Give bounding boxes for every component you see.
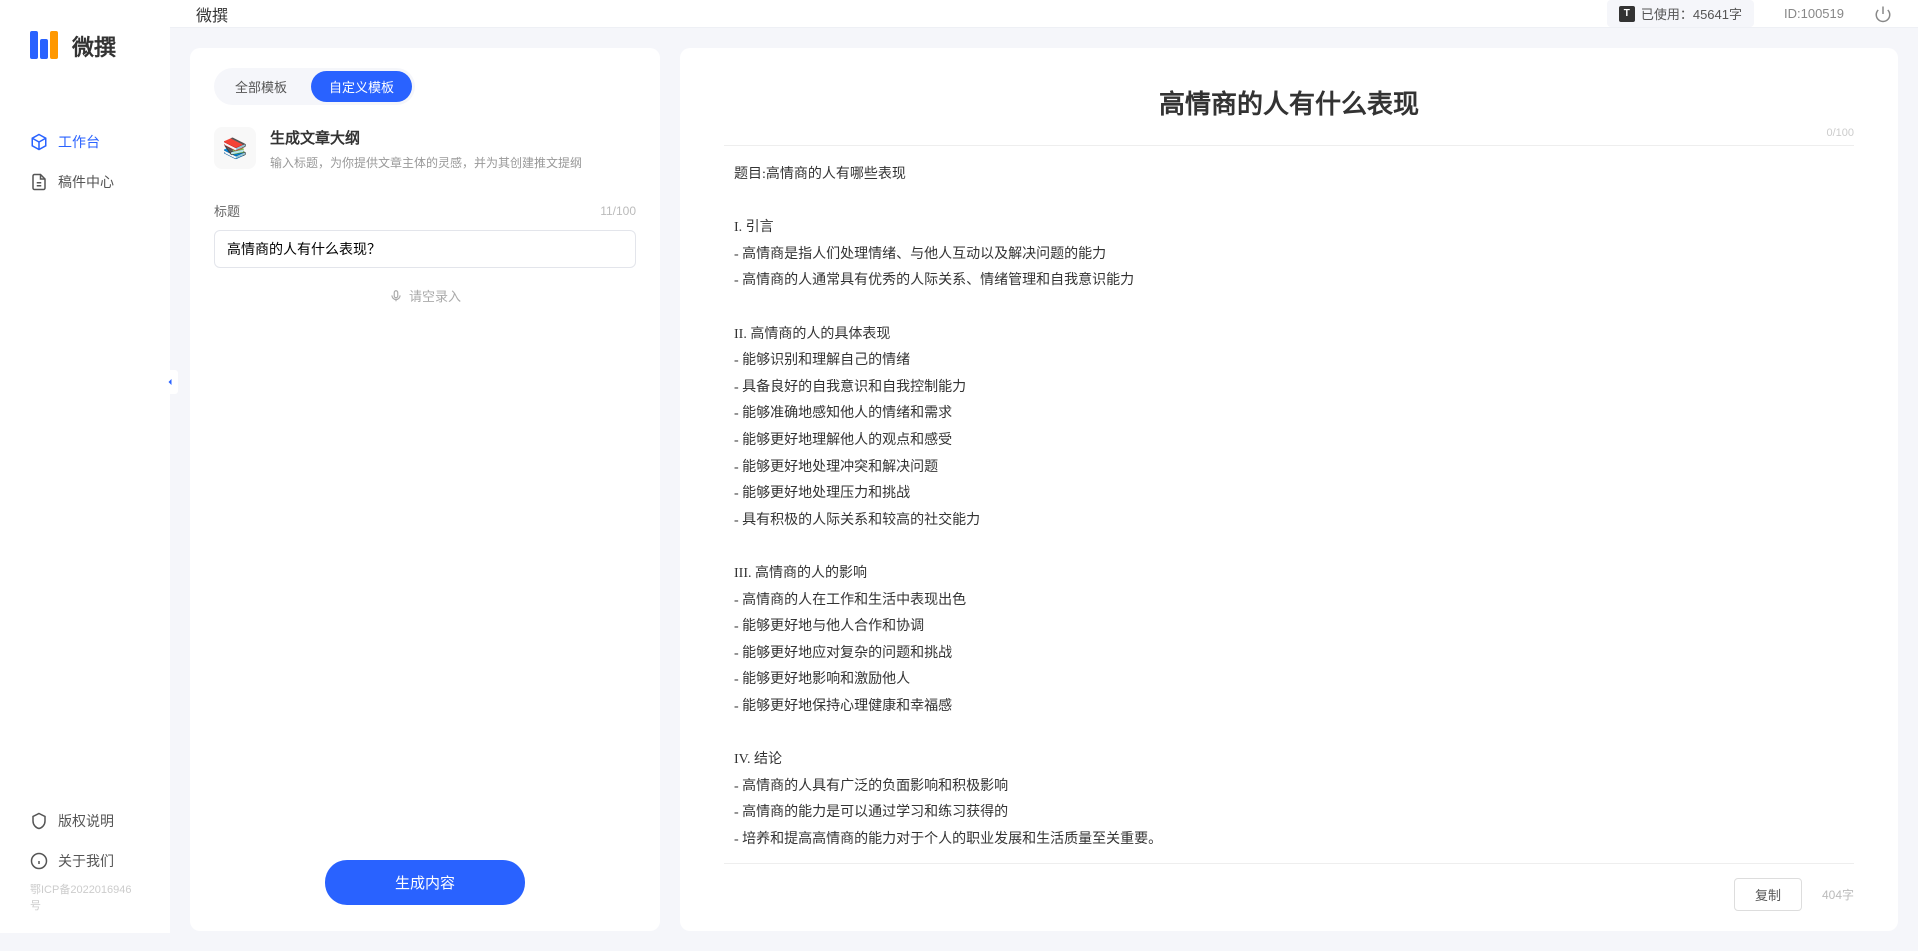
nav-label: 关于我们 [58,851,114,871]
header-title: 微撰 [196,2,228,26]
mic-icon [389,289,403,303]
logo: 微撰 [0,30,170,122]
info-icon [30,852,48,870]
books-icon: 📚 [214,127,256,169]
voice-input-row[interactable]: 请空录入 [214,286,636,305]
shield-icon [30,812,48,830]
nav-about[interactable]: 关于我们 [0,841,170,881]
template-tabs: 全部模板 自定义模板 [214,68,415,105]
output-top-count: 0/100 [724,127,1854,146]
nav-workbench[interactable]: 工作台 [0,122,170,162]
nav-label: 工作台 [58,132,100,152]
usage-text: 已使用：45641字 [1641,4,1742,23]
template-card: 📚 生成文章大纲 输入标题，为你提供文章主体的灵感，并为其创建推文提纲 [214,127,636,171]
field-label: 标题 [214,201,240,220]
chevron-left-icon [164,376,176,388]
document-icon [30,173,48,191]
output-title: 高情商的人有什么表现 [704,84,1874,121]
sidebar: 微撰 工作台 稿件中心 版权说明 [0,0,170,933]
template-desc: 输入标题，为你提供文章主体的灵感，并为其创建推文提纲 [270,154,582,171]
header: 微撰 T 已使用：45641字 ID:100519 [170,0,1918,28]
field-char-count: 11/100 [600,204,636,218]
power-icon[interactable] [1874,5,1892,23]
copy-button[interactable]: 复制 [1734,878,1802,911]
title-input[interactable] [214,230,636,268]
generate-button[interactable]: 生成内容 [325,860,525,905]
nav-copyright[interactable]: 版权说明 [0,801,170,841]
nav-label: 稿件中心 [58,172,114,192]
usage-badge: T 已使用：45641字 [1607,0,1754,27]
tab-all-templates[interactable]: 全部模板 [217,71,305,102]
nav-drafts[interactable]: 稿件中心 [0,162,170,202]
nav: 工作台 稿件中心 [0,122,170,801]
output-body: 题目:高情商的人有哪些表现 I. 引言 - 高情商是指人们处理情绪、与他人互动以… [704,162,1874,863]
tab-custom-templates[interactable]: 自定义模板 [311,71,412,102]
text-icon: T [1619,6,1635,22]
template-title: 生成文章大纲 [270,127,582,148]
user-id: ID:100519 [1784,6,1844,21]
collapse-toggle[interactable] [162,370,178,394]
config-panel: 全部模板 自定义模板 📚 生成文章大纲 输入标题，为你提供文章主体的灵感，并为其… [190,48,660,931]
output-panel: 高情商的人有什么表现 0/100 题目:高情商的人有哪些表现 I. 引言 - 高… [680,48,1898,931]
cube-icon [30,133,48,151]
logo-mark [30,31,64,61]
brand-text: 微撰 [72,30,116,62]
icp-text: 鄂ICP备2022016946号 [0,881,170,913]
nav-label: 版权说明 [58,811,114,831]
voice-label: 请空录入 [409,286,461,305]
output-char-count: 404字 [1822,886,1854,903]
